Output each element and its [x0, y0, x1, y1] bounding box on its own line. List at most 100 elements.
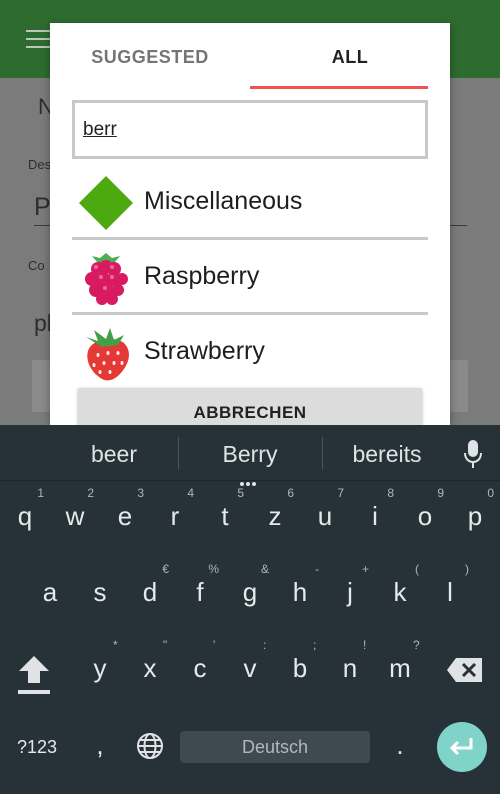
cancel-button[interactable]: ABBRECHEN — [78, 388, 422, 425]
symbols-key[interactable]: ?123 — [8, 731, 66, 763]
suggestion-left[interactable]: beer — [50, 425, 178, 481]
key-hint: * — [113, 638, 118, 652]
key-label: e — [117, 501, 133, 531]
more-suggestions-icon[interactable] — [240, 473, 260, 486]
key-u[interactable]: 7u — [300, 485, 350, 541]
bg-field-underline — [34, 225, 50, 226]
tab-all[interactable]: ALL — [250, 23, 450, 93]
search-box[interactable] — [72, 100, 428, 159]
period-key[interactable]: . — [382, 727, 418, 763]
key-a[interactable]: a — [25, 561, 75, 617]
key-hint: ( — [415, 562, 419, 576]
key-hint: & — [260, 562, 269, 576]
key-w[interactable]: 2w — [50, 485, 100, 541]
key-label: h — [292, 577, 308, 607]
key-label: y — [93, 653, 107, 683]
key-m[interactable]: ? m — [375, 637, 425, 693]
key-hint: 8 — [387, 486, 394, 500]
key-label: g — [242, 577, 258, 607]
key-label: j — [347, 577, 353, 607]
key-hint: - — [315, 562, 319, 576]
backspace-icon[interactable] — [446, 657, 484, 683]
bg-button — [450, 360, 468, 412]
key-d[interactable]: € d — [125, 561, 175, 617]
key-label: s — [93, 577, 107, 607]
key-label: v — [243, 653, 257, 683]
list-item[interactable]: Raspberry — [72, 240, 428, 315]
key-o[interactable]: 9o — [400, 485, 450, 541]
key-label: t — [221, 501, 229, 531]
key-hint: 6 — [287, 486, 294, 500]
bg-field-value: P — [34, 193, 51, 221]
key-hint: " — [163, 638, 168, 652]
key-label: d — [142, 577, 158, 607]
bg-field-underline — [450, 225, 467, 226]
tab-indicator — [250, 86, 428, 89]
key-b[interactable]: ; b — [275, 637, 325, 693]
key-i[interactable]: 8i — [350, 485, 400, 541]
key-hint: 9 — [437, 486, 444, 500]
list-item-label: Strawberry — [144, 337, 265, 365]
key-hint: 7 — [337, 486, 344, 500]
green-diamond-icon — [79, 176, 133, 230]
list-item[interactable]: Strawberry — [72, 315, 428, 390]
key-h[interactable]: -h — [275, 561, 325, 617]
shift-icon[interactable] — [16, 653, 52, 695]
key-n[interactable]: ! n — [325, 637, 375, 693]
key-hint: € — [162, 562, 169, 576]
key-label: o — [417, 501, 433, 531]
key-f[interactable]: % f — [175, 561, 225, 617]
key-t[interactable]: 5t — [200, 485, 250, 541]
search-input[interactable] — [83, 117, 383, 143]
enter-button[interactable] — [437, 722, 487, 772]
key-label: q — [17, 501, 33, 531]
key-hint: 0 — [487, 486, 494, 500]
key-hint: ) — [465, 562, 469, 576]
list-item-label: Miscellaneous — [144, 187, 303, 215]
key-label: u — [317, 501, 333, 531]
key-label: f — [196, 577, 204, 607]
tab-suggested[interactable]: SUGGESTED — [50, 23, 250, 93]
key-q[interactable]: 1q — [0, 485, 50, 541]
dialog-tabs: SUGGESTED ALL — [50, 23, 450, 93]
bg-button — [32, 360, 50, 412]
enter-icon — [449, 738, 473, 756]
results-list: Miscellaneous Raspberry Strawberry — [72, 165, 428, 390]
key-label: a — [42, 577, 58, 607]
microphone-icon[interactable] — [463, 440, 483, 468]
list-item[interactable]: Miscellaneous — [72, 165, 428, 240]
comma-key[interactable]: , — [80, 727, 120, 763]
key-e[interactable]: 3e — [100, 485, 150, 541]
globe-icon[interactable] — [136, 732, 164, 760]
key-z[interactable]: 6z — [250, 485, 300, 541]
key-label: z — [268, 501, 282, 531]
key-hint: : — [263, 638, 267, 652]
key-hint: 4 — [187, 486, 194, 500]
key-hint: 2 — [87, 486, 94, 500]
key-label: w — [65, 501, 85, 531]
key-g[interactable]: & g — [225, 561, 275, 617]
key-label: k — [393, 577, 407, 607]
bg-field-label: Des — [28, 157, 52, 172]
key-v[interactable]: :v — [225, 637, 275, 693]
key-p[interactable]: 0p — [450, 485, 500, 541]
key-hint: % — [208, 562, 219, 576]
raspberry-icon — [85, 253, 128, 305]
spacebar[interactable]: Deutsch — [180, 731, 370, 763]
key-label: c — [193, 653, 207, 683]
key-label: b — [292, 653, 308, 683]
key-s[interactable]: s — [75, 561, 125, 617]
key-hint: 3 — [137, 486, 144, 500]
key-y[interactable]: * y — [75, 637, 125, 693]
key-k[interactable]: (k — [375, 561, 425, 617]
key-c[interactable]: ' c — [175, 637, 225, 693]
key-label: l — [447, 577, 453, 607]
key-label: x — [143, 653, 157, 683]
key-r[interactable]: 4r — [150, 485, 200, 541]
suggestion-right[interactable]: bereits — [322, 425, 452, 481]
key-label: m — [389, 653, 411, 683]
category-dialog: SUGGESTED ALL Miscellaneous — [50, 23, 450, 425]
key-l[interactable]: ) l — [425, 561, 475, 617]
key-x[interactable]: " x — [125, 637, 175, 693]
key-j[interactable]: + j — [325, 561, 375, 617]
